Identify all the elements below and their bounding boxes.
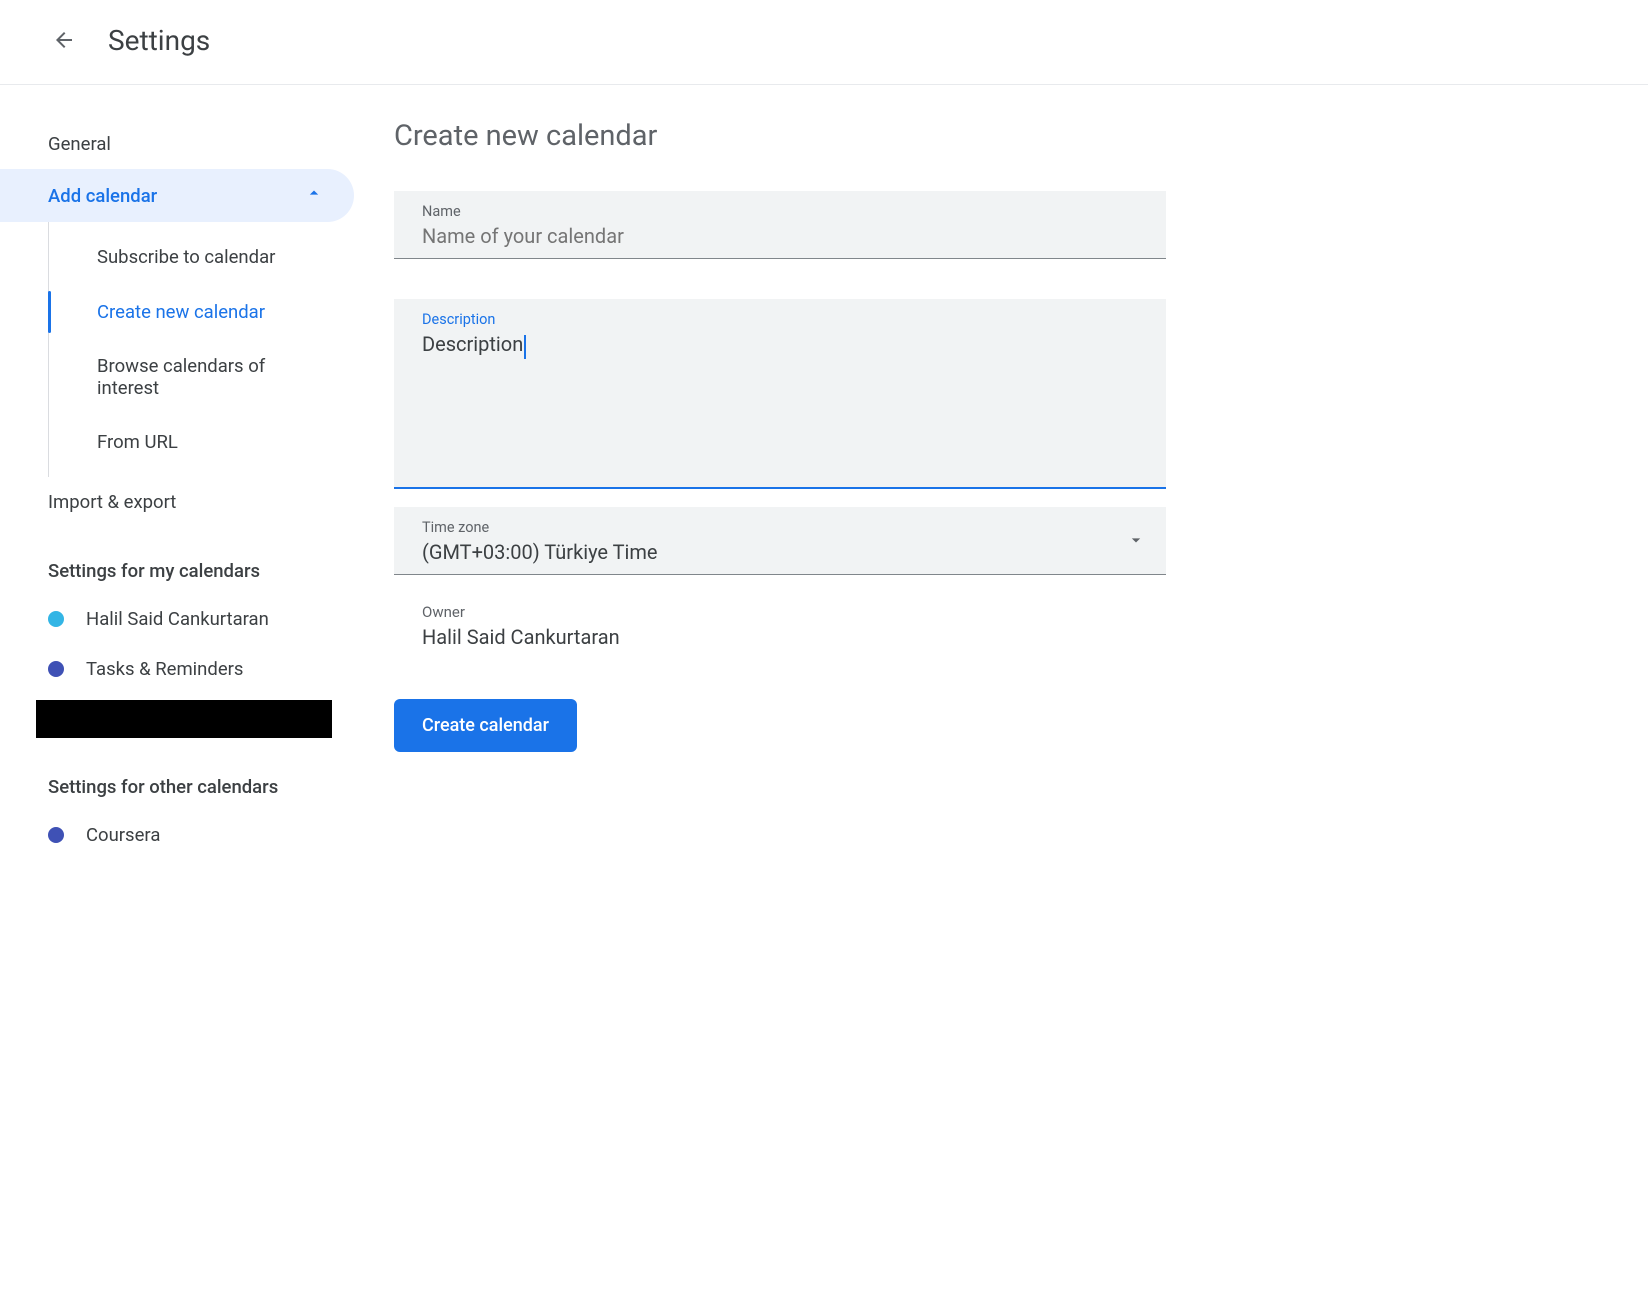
- sidebar-item-label: From URL: [97, 431, 178, 453]
- text-caret: [524, 335, 526, 359]
- sidebar-item-label: Halil Said Cankurtaran: [86, 608, 269, 630]
- description-label: Description: [422, 311, 1146, 328]
- sidebar-item-label: Add calendar: [48, 185, 157, 207]
- sidebar-subitem-from-url[interactable]: From URL: [49, 415, 354, 469]
- sidebar-calendar-item[interactable]: Tasks & Reminders: [0, 644, 354, 694]
- arrow-left-icon: [52, 28, 76, 52]
- create-calendar-button[interactable]: Create calendar: [394, 699, 577, 752]
- name-label: Name: [422, 203, 1146, 220]
- add-calendar-submenu: Subscribe to calendar Create new calenda…: [48, 222, 354, 477]
- name-field[interactable]: Name: [394, 191, 1166, 259]
- back-button[interactable]: [44, 20, 84, 60]
- page-title: Settings: [108, 24, 210, 57]
- sidebar-item-label: Coursera: [86, 824, 160, 846]
- sidebar-calendar-item[interactable]: Halil Said Cankurtaran: [0, 594, 354, 644]
- calendar-color-dot: [48, 661, 64, 677]
- sidebar-item-label: Browse calendars of interest: [97, 355, 265, 399]
- button-label: Create calendar: [422, 715, 549, 736]
- main-title: Create new calendar: [394, 119, 1166, 153]
- my-calendars-header: Settings for my calendars: [0, 528, 354, 594]
- owner-label: Owner: [422, 603, 1166, 621]
- sidebar-item-label: Tasks & Reminders: [86, 658, 243, 680]
- calendar-color-dot: [48, 611, 64, 627]
- header: Settings: [0, 0, 1648, 85]
- name-input[interactable]: [422, 224, 1146, 248]
- sidebar-subitem-browse[interactable]: Browse calendars of interest: [49, 339, 354, 415]
- sidebar-subitem-create-new[interactable]: Create new calendar: [49, 285, 354, 339]
- description-input[interactable]: Description: [422, 332, 523, 356]
- sidebar: General Add calendar Subscribe to calend…: [0, 119, 370, 860]
- timezone-select[interactable]: Time zone (GMT+03:00) Türkiye Time: [394, 507, 1166, 575]
- owner-block: Owner Halil Said Cankurtaran: [394, 599, 1166, 649]
- sidebar-item-add-calendar[interactable]: Add calendar: [0, 169, 354, 222]
- dropdown-icon: [1126, 530, 1146, 554]
- sidebar-subitem-subscribe[interactable]: Subscribe to calendar: [49, 230, 354, 284]
- sidebar-calendar-item[interactable]: Coursera: [0, 810, 354, 860]
- main-panel: Create new calendar Name Description Des…: [370, 119, 1190, 860]
- timezone-label: Time zone: [422, 519, 1126, 536]
- timezone-value: (GMT+03:00) Türkiye Time: [422, 540, 1126, 564]
- calendar-color-dot: [48, 827, 64, 843]
- chevron-up-icon: [304, 183, 324, 208]
- redacted-block: [36, 700, 332, 738]
- description-field[interactable]: Description Description: [394, 299, 1166, 489]
- owner-value: Halil Said Cankurtaran: [422, 625, 1166, 649]
- sidebar-item-label: Create new calendar: [97, 301, 265, 323]
- sidebar-item-label: General: [48, 133, 111, 155]
- other-calendars-header: Settings for other calendars: [0, 744, 354, 810]
- sidebar-item-general[interactable]: General: [0, 119, 354, 169]
- sidebar-item-import-export[interactable]: Import & export: [0, 477, 354, 527]
- sidebar-item-label: Import & export: [48, 491, 176, 513]
- sidebar-item-label: Subscribe to calendar: [97, 246, 275, 268]
- content: General Add calendar Subscribe to calend…: [0, 85, 1648, 860]
